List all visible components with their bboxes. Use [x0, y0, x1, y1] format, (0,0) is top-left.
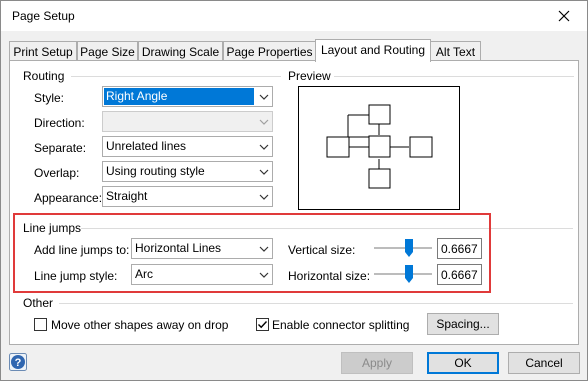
- routing-heading: Routing: [23, 69, 65, 83]
- direction-label: Direction:: [34, 116, 85, 130]
- horizontal-size-slider[interactable]: [374, 264, 432, 284]
- tab-print-setup[interactable]: Print Setup: [9, 41, 77, 61]
- horizontal-size-value: 0.6667: [441, 268, 478, 282]
- dialog-title: Page Setup: [12, 9, 75, 23]
- style-label: Style:: [34, 91, 65, 105]
- direction-dropdown[interactable]: [102, 111, 273, 132]
- checkmark-icon: [258, 321, 268, 329]
- add-line-jumps-label: Add line jumps to:: [34, 243, 130, 257]
- style-value: Right Angle: [104, 88, 254, 105]
- apply-button[interactable]: Apply: [341, 352, 413, 374]
- chevron-down-icon: [255, 239, 272, 258]
- move-shapes-checkbox[interactable]: [34, 318, 47, 331]
- overlap-value: Using routing style: [106, 164, 205, 178]
- vertical-size-value: 0.6667: [441, 242, 478, 256]
- line-jumps-heading: Line jumps: [23, 221, 82, 235]
- routing-divider: [71, 76, 281, 77]
- vertical-size-label: Vertical size:: [288, 243, 356, 257]
- slider-track: [374, 273, 432, 275]
- preview-heading: Preview: [288, 69, 331, 83]
- tab-page-properties[interactable]: Page Properties: [223, 41, 316, 61]
- other-heading: Other: [23, 296, 54, 310]
- slider-thumb[interactable]: [404, 239, 413, 257]
- add-line-jumps-value: Horizontal Lines: [135, 241, 222, 255]
- line-jump-style-label: Line jump style:: [34, 269, 118, 283]
- line-jump-style-dropdown[interactable]: Arc: [131, 264, 273, 285]
- separate-value: Unrelated lines: [106, 139, 187, 153]
- split-connectors-label[interactable]: Enable connector splitting: [272, 318, 409, 332]
- chevron-down-icon: [255, 137, 272, 156]
- page-setup-dialog: Page Setup Print Setup Page Size Drawing…: [0, 0, 588, 381]
- chevron-down-icon: [255, 265, 272, 284]
- tab-layout-and-routing[interactable]: Layout and Routing: [315, 39, 431, 62]
- help-icon: ?: [9, 353, 27, 371]
- tab-page-size[interactable]: Page Size: [77, 41, 138, 61]
- title-bar[interactable]: Page Setup: [1, 1, 587, 31]
- add-line-jumps-dropdown[interactable]: Horizontal Lines: [131, 238, 273, 259]
- slider-track: [374, 247, 432, 249]
- help-button[interactable]: ?: [9, 353, 27, 371]
- tab-alt-text[interactable]: Alt Text: [430, 41, 481, 61]
- split-connectors-checkbox[interactable]: [256, 318, 269, 331]
- ok-button[interactable]: OK: [427, 352, 499, 374]
- line-jumps-divider: [81, 228, 573, 229]
- preview-divider: [334, 76, 574, 77]
- line-jump-style-value: Arc: [135, 267, 153, 281]
- horizontal-size-label: Horizontal size:: [288, 269, 371, 283]
- vertical-size-slider[interactable]: [374, 238, 432, 258]
- separate-dropdown[interactable]: Unrelated lines: [102, 136, 273, 157]
- routing-preview-diagram: [326, 104, 433, 189]
- overlap-dropdown[interactable]: Using routing style: [102, 161, 273, 182]
- chevron-down-icon: [255, 162, 272, 181]
- close-button[interactable]: [549, 5, 579, 27]
- style-dropdown[interactable]: Right Angle: [102, 86, 273, 107]
- vertical-size-input[interactable]: 0.6667: [437, 238, 482, 259]
- routing-preview: [298, 86, 460, 210]
- close-icon: [558, 10, 570, 22]
- overlap-label: Overlap:: [34, 166, 80, 180]
- appearance-dropdown[interactable]: Straight: [102, 186, 273, 207]
- slider-thumb[interactable]: [404, 265, 413, 283]
- svg-text:?: ?: [15, 357, 22, 369]
- chevron-down-icon: [255, 112, 272, 131]
- move-shapes-label[interactable]: Move other shapes away on drop: [51, 318, 228, 332]
- cancel-button[interactable]: Cancel: [508, 352, 580, 374]
- chevron-down-icon: [255, 87, 272, 106]
- appearance-value: Straight: [106, 189, 148, 203]
- separate-label: Separate:: [34, 141, 87, 155]
- horizontal-size-input[interactable]: 0.6667: [437, 264, 482, 285]
- appearance-label: Appearance:: [34, 191, 103, 205]
- tab-drawing-scale[interactable]: Drawing Scale: [138, 41, 223, 61]
- chevron-down-icon: [255, 187, 272, 206]
- other-divider: [59, 303, 573, 304]
- spacing-button[interactable]: Spacing...: [427, 313, 499, 335]
